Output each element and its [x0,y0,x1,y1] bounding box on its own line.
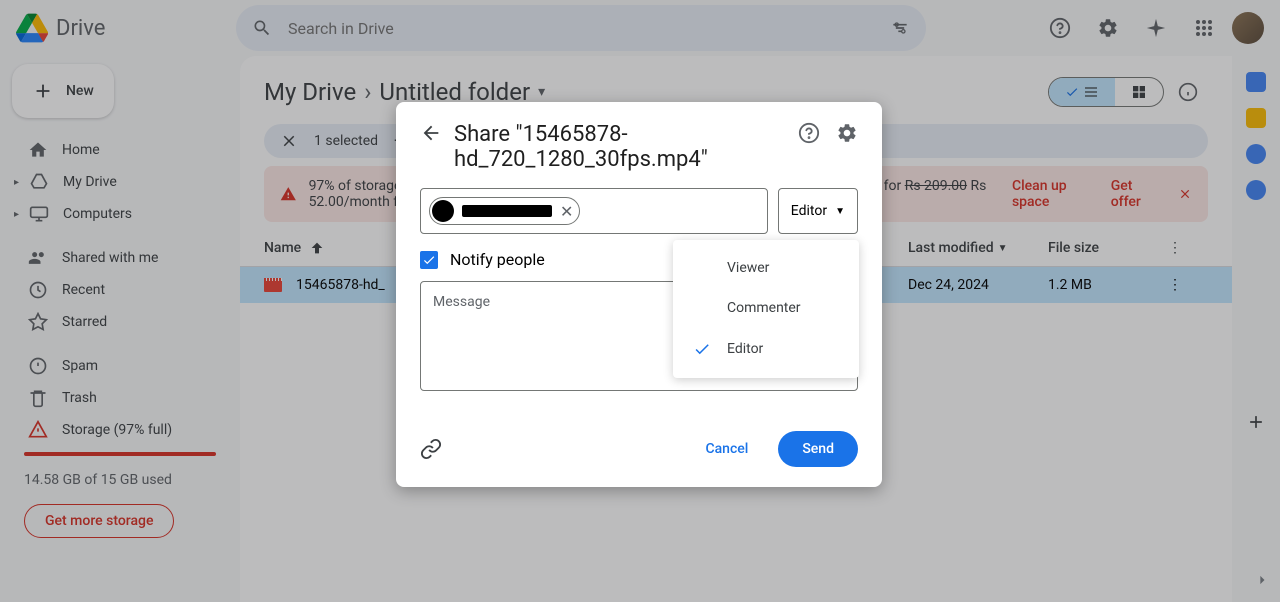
role-option-viewer[interactable]: Viewer [673,248,859,288]
chip-name-redacted [462,205,552,217]
back-arrow-icon[interactable] [420,122,442,144]
copy-link-icon[interactable] [420,438,442,460]
person-chip: ✕ [429,197,580,225]
dialog-settings-icon[interactable] [836,122,858,144]
chevron-down-icon: ▼ [835,206,845,217]
role-dropdown-menu: Viewer Commenter Editor [673,240,859,378]
chip-avatar [432,200,454,222]
role-select[interactable]: Editor ▼ [778,188,858,234]
notify-checkbox[interactable] [420,251,438,269]
dialog-help-icon[interactable] [798,122,820,144]
check-icon [693,340,711,358]
notify-label: Notify people [450,250,545,269]
collapse-panel-icon[interactable] [1252,570,1272,594]
dialog-title: Share "15465878-hd_720_1280_30fps.mp4" [454,122,786,172]
role-option-editor[interactable]: Editor [673,328,859,370]
people-input[interactable]: ✕ [420,188,768,234]
role-option-commenter[interactable]: Commenter [673,288,859,328]
chip-remove-icon[interactable]: ✕ [560,202,573,221]
send-button[interactable]: Send [778,431,858,467]
cancel-button[interactable]: Cancel [691,433,762,465]
